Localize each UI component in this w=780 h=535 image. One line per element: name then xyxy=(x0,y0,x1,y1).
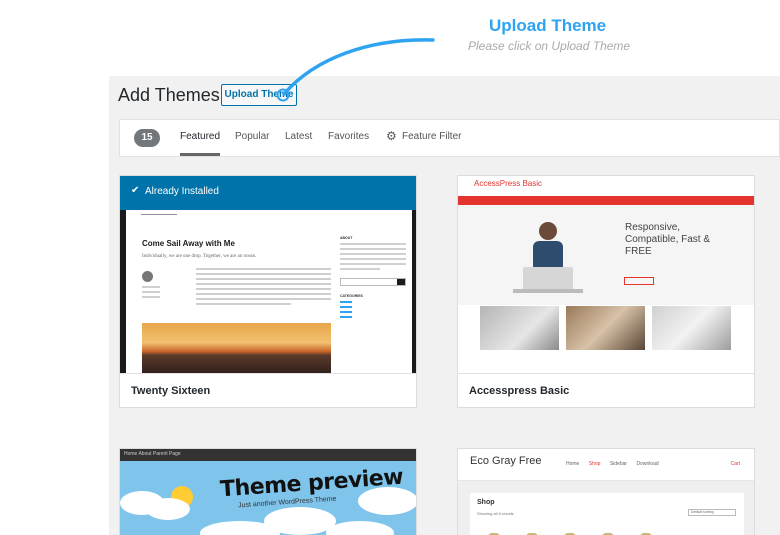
already-installed-label: Already Installed xyxy=(145,186,219,197)
upload-theme-button[interactable]: Upload Theme xyxy=(221,84,297,106)
preview-hero: Responsive, Compatible, Fast & FREE xyxy=(458,205,754,305)
tab-popular[interactable]: Popular xyxy=(235,131,269,142)
callout-subtitle: Please click on Upload Theme xyxy=(468,39,631,53)
preview-search-box xyxy=(340,278,406,286)
preview-sidebar-heading: ABOUT xyxy=(340,236,353,240)
theme-name: Twenty Sixteen xyxy=(120,373,416,407)
theme-screenshot[interactable]: ▬▬▬▬▬▬▬▬▬▬▬▬ Come Sail Away with Me Indi… xyxy=(126,210,412,375)
preview-hero-image xyxy=(513,222,583,293)
feature-filter-button[interactable]: Feature Filter xyxy=(402,131,461,142)
theme-card-accesspress-basic[interactable]: AccessPress Basic Responsive, Compatible… xyxy=(457,175,755,408)
gear-icon[interactable]: ⚙ xyxy=(386,129,397,143)
preview-nav: Home About Parent Page xyxy=(124,451,181,457)
theme-card-eco-gray-free[interactable]: Eco Gray Free Home Shop Sidebar Download… xyxy=(457,448,755,535)
preview-post-meta xyxy=(142,286,160,301)
preview-headline: Responsive, Compatible, Fast & FREE xyxy=(625,222,711,257)
preview-products xyxy=(488,528,678,535)
preview-results-count: Showing all 6 results xyxy=(477,511,514,516)
theme-count-badge: 15 xyxy=(134,129,160,147)
active-tab-indicator xyxy=(180,153,220,156)
preview-tagline: ▬▬▬▬▬▬▬▬▬▬▬▬ xyxy=(141,212,177,216)
preview-shop-heading: Shop xyxy=(477,499,495,506)
add-themes-screen: Add Themes Upload Theme 15 Featured Popu… xyxy=(109,76,780,535)
preview-excerpt: Individually, we are one drop. Together,… xyxy=(142,254,257,259)
preview-post-title: Come Sail Away with Me xyxy=(142,239,235,248)
theme-filter-bar: 15 Featured Popular Latest Favorites ⚙ F… xyxy=(119,119,780,157)
tab-featured[interactable]: Featured xyxy=(180,131,220,142)
tab-favorites[interactable]: Favorites xyxy=(328,131,369,142)
tab-latest[interactable]: Latest xyxy=(285,131,312,142)
theme-screenshot[interactable]: Home About Parent Page Theme preview Jus… xyxy=(120,449,416,535)
preview-sky-background: Theme preview Just another WordPress The… xyxy=(120,461,416,535)
theme-card-twenty-sixteen[interactable]: ▬▬▬▬▬▬▬▬▬▬▬▬ Come Sail Away with Me Indi… xyxy=(119,175,417,408)
page-title: Add Themes xyxy=(118,85,220,105)
preview-thumbnails xyxy=(480,306,732,350)
preview-sidebar: ABOUT CATEGORIES xyxy=(340,236,406,321)
preview-cta-button xyxy=(624,277,654,285)
preview-featured-image xyxy=(142,323,331,375)
preview-shop-panel: Shop Showing all 6 results Default sorti… xyxy=(470,493,744,535)
preview-sidebar-heading: CATEGORIES xyxy=(340,294,363,298)
preview-nav: Home Shop Sidebar Download xyxy=(566,461,659,467)
theme-screenshot[interactable]: Eco Gray Free Home Shop Sidebar Download… xyxy=(458,449,754,535)
preview-sort-select: Default sorting xyxy=(688,509,736,516)
callout-title: Upload Theme xyxy=(489,16,607,35)
theme-screenshot[interactable]: AccessPress Basic Responsive, Compatible… xyxy=(458,176,754,375)
avatar xyxy=(142,271,153,282)
screenshot-root: Upload Theme Please click on Upload Them… xyxy=(0,0,780,535)
preview-nav xyxy=(458,196,754,209)
preview-cart: Cart xyxy=(730,461,740,467)
checkmark-icon: ✔ xyxy=(131,185,140,196)
preview-logo: Eco Gray Free xyxy=(470,455,542,467)
preview-logo: AccessPress Basic xyxy=(474,179,543,188)
theme-name: Accesspress Basic xyxy=(458,373,754,407)
preview-body-text xyxy=(196,268,331,308)
already-installed-banner: ✔ Already Installed xyxy=(120,176,416,210)
theme-card-theme-preview[interactable]: Home About Parent Page Theme preview Jus… xyxy=(119,448,417,535)
